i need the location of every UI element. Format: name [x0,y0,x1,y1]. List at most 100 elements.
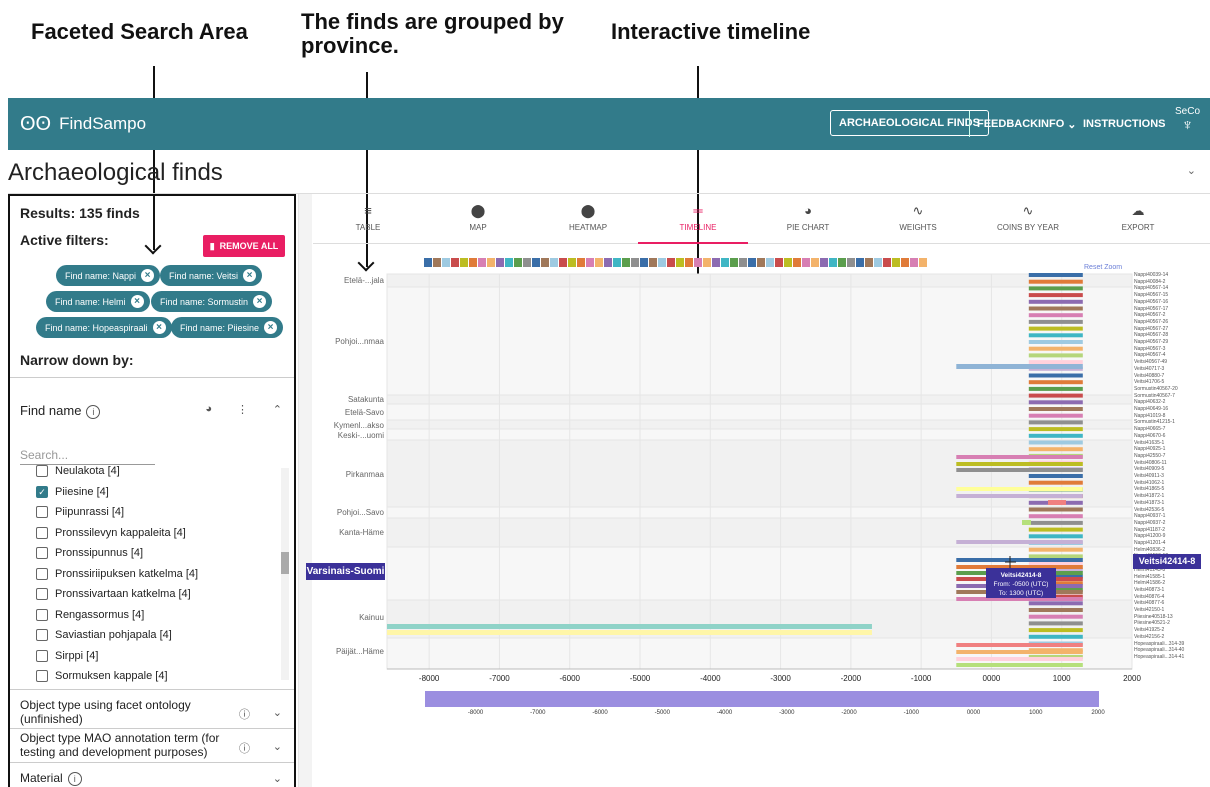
timeline-bar [1028,360,1083,365]
pie-chart-icon[interactable]: ◕ [205,403,212,415]
timeline-bar [956,468,1083,472]
seco-logo[interactable]: SeCo ♆ [1175,106,1200,135]
facet-title: Find name [20,403,82,418]
info-icon[interactable]: ⓘ [239,706,250,722]
close-icon[interactable]: × [264,321,278,334]
timeline-bar [1028,333,1083,338]
legend-swatch [829,258,837,267]
tab-map[interactable]: ⬤ MAP [423,196,533,232]
close-icon[interactable]: × [243,269,257,282]
checkbox-icon[interactable] [36,608,48,621]
legend-swatch [838,258,846,267]
chevron-down-icon[interactable]: ⌄ [273,706,282,719]
facet-checkbox-item[interactable]: Neulakota [4] [36,465,120,477]
info-icon[interactable]: ⓘ [239,740,250,756]
filter-chip[interactable]: Find name: Helmi × [46,291,150,312]
tab-timeline[interactable]: ═ TIMELINE [643,196,753,232]
checkbox-icon[interactable] [36,588,48,600]
chevron-down-icon[interactable]: ⌄ [273,740,282,753]
facet-checkbox-item[interactable]: Rengassormus [4] [36,608,144,621]
close-icon[interactable]: × [152,321,166,334]
facet-checkbox-item[interactable]: Pronssivartaan katkelma [4] [36,588,191,600]
overview-tick-label: -1000 [903,710,919,716]
legend-swatch [694,258,702,267]
timeline-item-label: Helmi41585-1 [1134,573,1166,580]
divider [10,728,294,729]
filter-chip[interactable]: Find name: Hopeaspiraali × [36,317,172,338]
timeline-bar [1028,534,1083,539]
checkbox-checked-icon[interactable]: ✓ [36,485,48,498]
timeline-item-label: Nappi40567-2 [1134,312,1166,319]
tab-weights[interactable]: ∿ WEIGHTS [863,196,973,232]
nav-info[interactable]: INFO ⌄ [1038,118,1077,131]
filter-chip[interactable]: Find name: Piiesine × [171,317,284,338]
timeline-bar [1028,433,1083,438]
overview-tick-label: -7000 [530,710,546,716]
reset-zoom-link[interactable]: Reset Zoom [1084,264,1122,271]
timeline-item-label: Nappi40567-26 [1134,318,1169,325]
checkbox-icon[interactable] [36,526,48,539]
tab-table[interactable]: ≡ TABLE [313,196,423,232]
timeline-item-label: Nappi40632-2 [1134,399,1166,406]
nav-instructions[interactable]: INSTRUCTIONS [1083,118,1166,130]
legend-swatch [883,258,891,267]
tab-export[interactable]: ☁ EXPORT [1083,196,1193,232]
timeline-bar [1028,306,1083,311]
timeline-item-label: Sormustin41215-1 [1134,419,1175,426]
timeline-bar [1028,447,1083,452]
chevron-up-icon[interactable]: ⌃ [273,403,282,416]
facet-object-type-mao[interactable]: Object type MAO annotation term (for tes… [20,731,230,759]
facet-checkbox-item[interactable]: Sirppi [4] [36,649,98,662]
tab-heatmap[interactable]: ⬤ HEATMAP [533,196,643,232]
facet-checkbox-item[interactable]: Pronssilevyn kappaleita [4] [36,526,186,539]
checkbox-icon[interactable] [36,547,48,559]
remove-all-button[interactable]: ▮ REMOVE ALL [203,235,285,257]
timeline-item-label: Veitsi40717-3 [1134,365,1165,372]
tab-pie-chart[interactable]: ◕ PIE CHART [753,196,863,232]
checkbox-icon[interactable] [36,670,48,682]
nav-feedback[interactable]: FEEDBACK [977,118,1038,130]
scrollbar-thumb[interactable] [281,552,289,574]
close-icon[interactable]: × [130,295,144,308]
facet-checkbox-item[interactable]: Saviastian pohjapala [4] [36,629,172,641]
legend-swatch [604,258,612,267]
checkbox-icon[interactable] [36,567,48,580]
timeline-item-label: Nappi41200-9 [1134,533,1166,540]
province-label: Satakunta [347,395,384,404]
checkbox-label: Pronssiriipuksen katkelma [4] [55,567,199,580]
nav-archaeological-finds[interactable]: ARCHAEOLOGICAL FINDS [830,110,989,136]
facet-list-scrollbar[interactable] [281,468,289,680]
app-logo[interactable]: ʘʘ FindSampo [20,113,146,136]
filter-chip[interactable]: Find name: Sormustin × [151,291,273,312]
facet-checkbox-item[interactable]: Piipunrassi [4] [36,506,124,518]
facet-checkbox-item[interactable]: Pronssiriipuksen katkelma [4] [36,567,199,580]
chevron-down-icon[interactable]: ⌄ [273,772,282,785]
more-vert-icon[interactable]: ⋮ [237,403,248,416]
tab-coins-by-year[interactable]: ∿ COINS BY YEAR [973,196,1083,232]
checkbox-icon[interactable] [36,629,48,641]
facet-object-type-ontology[interactable]: Object type using facet ontology (unfini… [20,698,230,726]
timeline-bar [956,494,1083,498]
info-icon[interactable]: i [86,405,101,419]
facet-checkbox-item[interactable]: ✓ Piiesine [4] [36,485,109,498]
facet-checkbox-item[interactable]: Pronssipunnus [4] [36,547,143,559]
facet-search-input[interactable]: Search... [20,446,155,465]
checkbox-icon[interactable] [36,506,48,518]
timeline-item-label: Veitsi42156-2 [1134,633,1165,640]
overview-range-bar[interactable] [425,691,1099,707]
facet-checkbox-item[interactable]: Sormuksen kappale [4] [36,670,168,682]
legend-swatch [793,258,801,267]
chevron-down-icon[interactable]: ⌄ [1187,164,1196,177]
checkbox-icon[interactable] [36,465,48,477]
timeline-item-label: Veitsi41865-5 [1134,486,1165,493]
facet-material[interactable]: Material i [20,771,82,786]
province-label: Keski-...uomi [337,431,384,440]
checkbox-icon[interactable] [36,649,48,662]
filter-chip[interactable]: Find name: Nappi × [56,265,161,286]
close-icon[interactable]: × [253,295,267,308]
close-icon[interactable]: × [141,269,155,282]
chevron-down-icon: ⌄ [1067,119,1077,131]
timeline-bar [1028,319,1083,324]
info-icon[interactable]: i [67,772,82,786]
filter-chip[interactable]: Find name: Veitsi × [160,265,263,286]
